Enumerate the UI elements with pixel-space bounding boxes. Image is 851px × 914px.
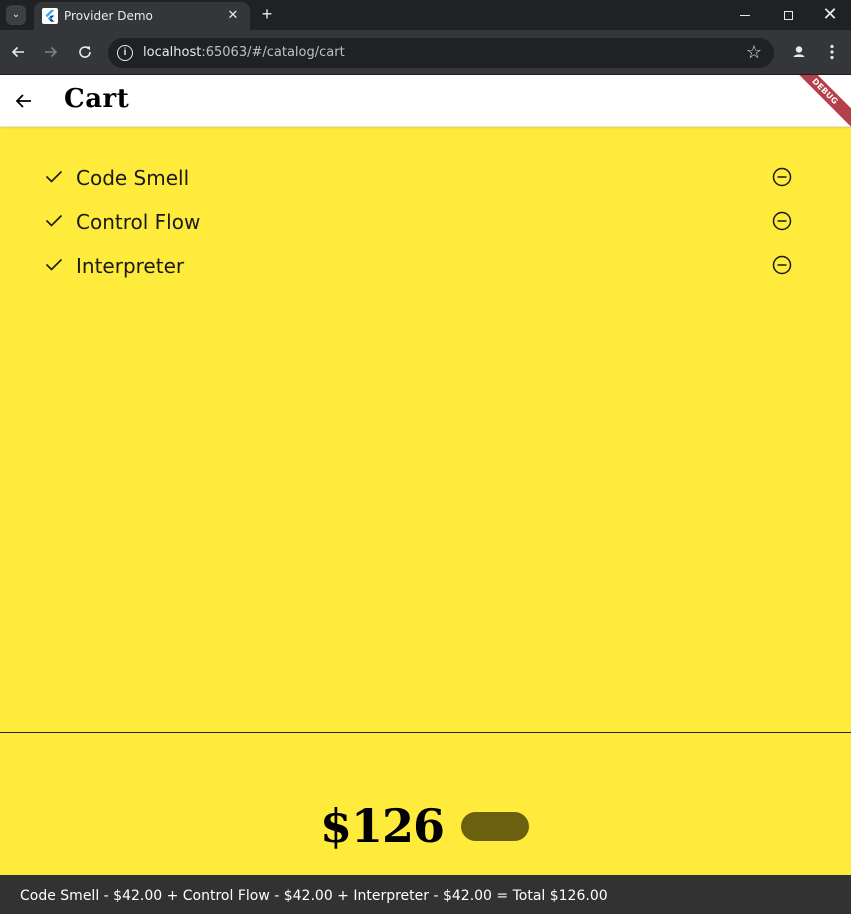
remove-circle-icon[interactable] [772, 167, 792, 187]
check-icon [45, 170, 63, 183]
cart-total: $126 [320, 799, 445, 853]
maximize-button[interactable] [767, 0, 809, 30]
maximize-icon [783, 10, 793, 20]
cart-item: Code Smell [0, 156, 851, 200]
url-host: localhost [143, 45, 202, 60]
tab-close-icon[interactable]: ✕ [224, 6, 242, 24]
snackbar: Code Smell - $42.00 + Control Flow - $42… [0, 875, 851, 914]
cart-divider [0, 732, 851, 733]
back-button[interactable] [12, 89, 36, 113]
arrow-right-icon [45, 46, 58, 58]
tab-strip: ⌄ Provider Demo ✕ + ✕ [0, 0, 851, 30]
browser-toolbar: i localhost:65063/#/catalog/cart ☆ [0, 30, 851, 75]
window-close-button[interactable]: ✕ [809, 0, 851, 30]
flutter-favicon-icon [42, 8, 58, 24]
chevron-down-icon: ⌄ [11, 9, 21, 20]
buy-button[interactable] [461, 812, 529, 841]
page-title: Cart [64, 84, 130, 114]
cart-item-name: Code Smell [76, 166, 190, 190]
browser-menu-button[interactable] [822, 41, 842, 63]
app-content: Cart DEBUG Code Smell Control Flow Inter… [0, 75, 851, 914]
url-text[interactable]: localhost:65063/#/catalog/cart [143, 45, 345, 60]
minimize-button[interactable] [724, 0, 766, 30]
minimize-icon [740, 14, 750, 16]
cart-item: Interpreter [0, 244, 851, 288]
snackbar-message: Code Smell - $42.00 + Control Flow - $42… [20, 888, 608, 904]
remove-circle-icon[interactable] [772, 255, 792, 275]
site-info-icon[interactable]: i [117, 45, 133, 61]
cart-list: Code Smell Control Flow Interpreter [0, 156, 851, 288]
address-bar[interactable]: i localhost:65063/#/catalog/cart ☆ [108, 38, 774, 68]
debug-banner: DEBUG [786, 75, 851, 131]
tab-search-button[interactable]: ⌄ [6, 5, 26, 25]
arrow-back-icon [15, 94, 31, 108]
kebab-menu-icon [830, 44, 834, 60]
profile-icon [789, 42, 809, 62]
reload-button[interactable] [74, 41, 96, 63]
browser-tab[interactable]: Provider Demo ✕ [34, 2, 250, 30]
check-icon [45, 258, 63, 271]
tab-title: Provider Demo [64, 9, 153, 23]
remove-circle-icon[interactable] [772, 211, 792, 231]
cart-item: Control Flow [0, 200, 851, 244]
new-tab-button[interactable]: + [257, 4, 277, 24]
url-path: :65063/#/catalog/cart [201, 45, 345, 60]
cart-item-name: Interpreter [76, 254, 185, 278]
cart-item-name: Control Flow [76, 210, 201, 234]
browser-back-button[interactable] [7, 41, 29, 63]
browser-forward-button[interactable] [40, 41, 62, 63]
bookmark-star-icon[interactable]: ☆ [746, 42, 762, 63]
arrow-left-icon [11, 46, 24, 58]
profile-button[interactable] [788, 41, 810, 63]
reload-icon [79, 46, 91, 58]
check-icon [45, 214, 63, 227]
app-bar: Cart DEBUG [0, 75, 851, 131]
